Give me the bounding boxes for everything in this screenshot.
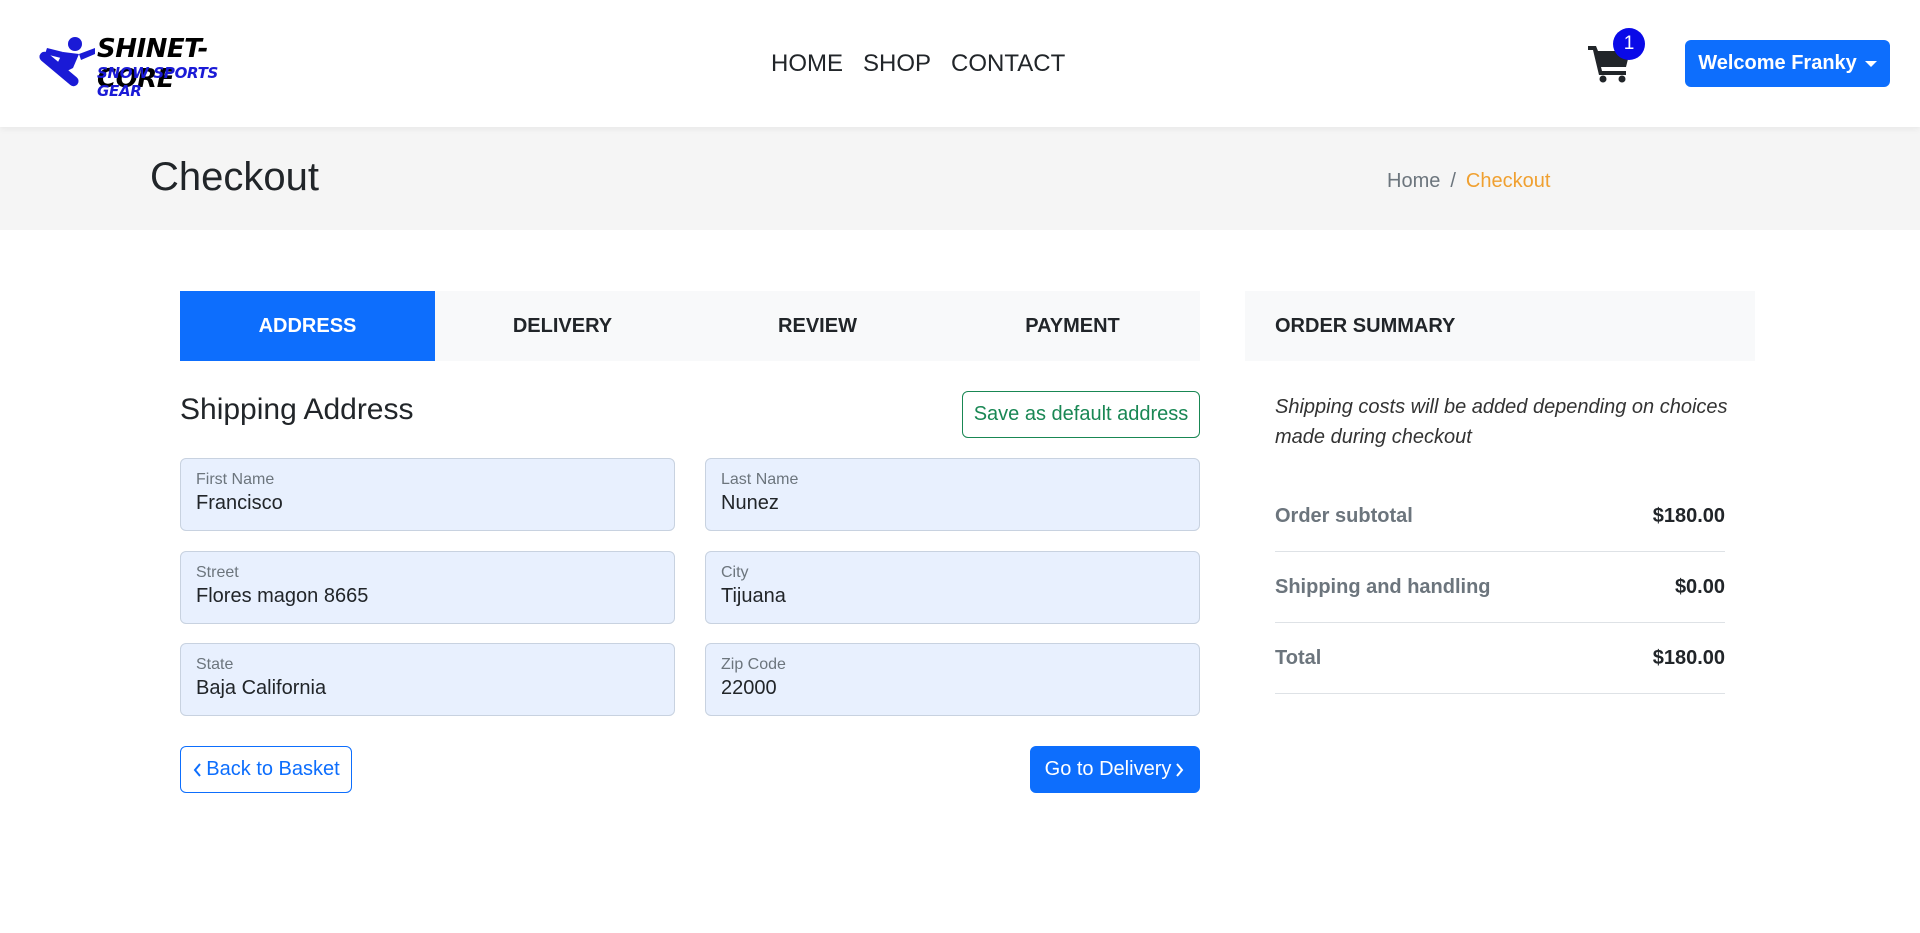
caret-down-icon — [1864, 60, 1877, 67]
summary-row-shipping: Shipping and handling $0.00 — [1275, 552, 1725, 623]
step-payment[interactable]: PAYMENT — [945, 291, 1200, 361]
city-input[interactable] — [721, 585, 1184, 608]
nav-shop[interactable]: SHOP — [863, 50, 931, 78]
main-nav: HOME SHOP CONTACT — [771, 50, 1065, 78]
brand-logo[interactable]: SHINET-CORE SNOW SPORTS GEAR — [33, 34, 248, 100]
top-navbar: SHINET-CORE SNOW SPORTS GEAR HOME SHOP C… — [0, 0, 1920, 127]
street-field[interactable]: Street — [180, 551, 675, 624]
snowboarder-logo-icon — [39, 37, 95, 87]
zip-code-input[interactable] — [721, 677, 1184, 700]
checkout-steps: ADDRESS DELIVERY REVIEW PAYMENT — [180, 291, 1200, 361]
nav-contact[interactable]: CONTACT — [951, 50, 1065, 78]
step-delivery[interactable]: DELIVERY — [435, 291, 690, 361]
back-to-basket-button[interactable]: Back to Basket — [180, 746, 352, 793]
summary-row-value: $0.00 — [1674, 575, 1725, 598]
last-name-field[interactable]: Last Name — [705, 458, 1200, 531]
logo-subtitle: SNOW SPORTS GEAR — [97, 64, 219, 100]
breadcrumb-separator: / — [1450, 170, 1456, 192]
go-to-delivery-label: Go to Delivery — [1044, 758, 1172, 780]
shipping-costs-note: Shipping costs will be added depending o… — [1275, 396, 1728, 448]
state-label: State — [196, 656, 234, 673]
summary-row-label: Total — [1275, 646, 1322, 669]
summary-row-subtotal: Order subtotal $180.00 — [1275, 481, 1725, 552]
summary-row-label: Shipping and handling — [1275, 575, 1491, 598]
summary-row-label: Order subtotal — [1275, 504, 1413, 527]
first-name-input[interactable] — [196, 492, 659, 515]
summary-row-value: $180.00 — [1652, 646, 1725, 669]
go-to-delivery-button[interactable]: Go to Delivery — [1030, 746, 1200, 793]
zip-code-label: Zip Code — [721, 656, 786, 673]
step-review[interactable]: REVIEW — [690, 291, 945, 361]
chevron-left-icon — [193, 762, 202, 777]
state-field[interactable]: State — [180, 643, 675, 716]
street-input[interactable] — [196, 585, 659, 608]
last-name-label: Last Name — [721, 471, 799, 488]
breadcrumb-current: Checkout — [1465, 170, 1551, 192]
shipping-address-title: Shipping Address — [180, 393, 414, 426]
summary-row-total: Total $180.00 — [1275, 623, 1725, 694]
page-title: Checkout — [150, 155, 319, 199]
back-to-basket-label: Back to Basket — [206, 758, 340, 780]
breadcrumb-home[interactable]: Home — [1387, 170, 1440, 193]
last-name-input[interactable] — [721, 492, 1184, 515]
user-menu-label: Welcome Franky — [1698, 52, 1857, 74]
first-name-field[interactable]: First Name — [180, 458, 675, 531]
nav-home[interactable]: HOME — [771, 50, 843, 78]
city-field[interactable]: City — [705, 551, 1200, 624]
user-menu-button[interactable]: Welcome Franky — [1685, 40, 1890, 87]
save-default-address-button[interactable]: Save as default address — [962, 391, 1200, 438]
first-name-label: First Name — [196, 471, 275, 488]
zip-code-field[interactable]: Zip Code — [705, 643, 1200, 716]
state-input[interactable] — [196, 677, 659, 700]
street-label: Street — [196, 564, 239, 581]
cart-count-badge: 1 — [1613, 28, 1645, 60]
step-address[interactable]: ADDRESS — [180, 291, 435, 361]
chevron-right-icon — [1176, 762, 1184, 777]
breadcrumb: Home / Checkout — [1387, 170, 1550, 193]
order-summary-header: ORDER SUMMARY — [1245, 291, 1755, 361]
summary-row-value: $180.00 — [1652, 504, 1725, 527]
city-label: City — [721, 564, 749, 581]
